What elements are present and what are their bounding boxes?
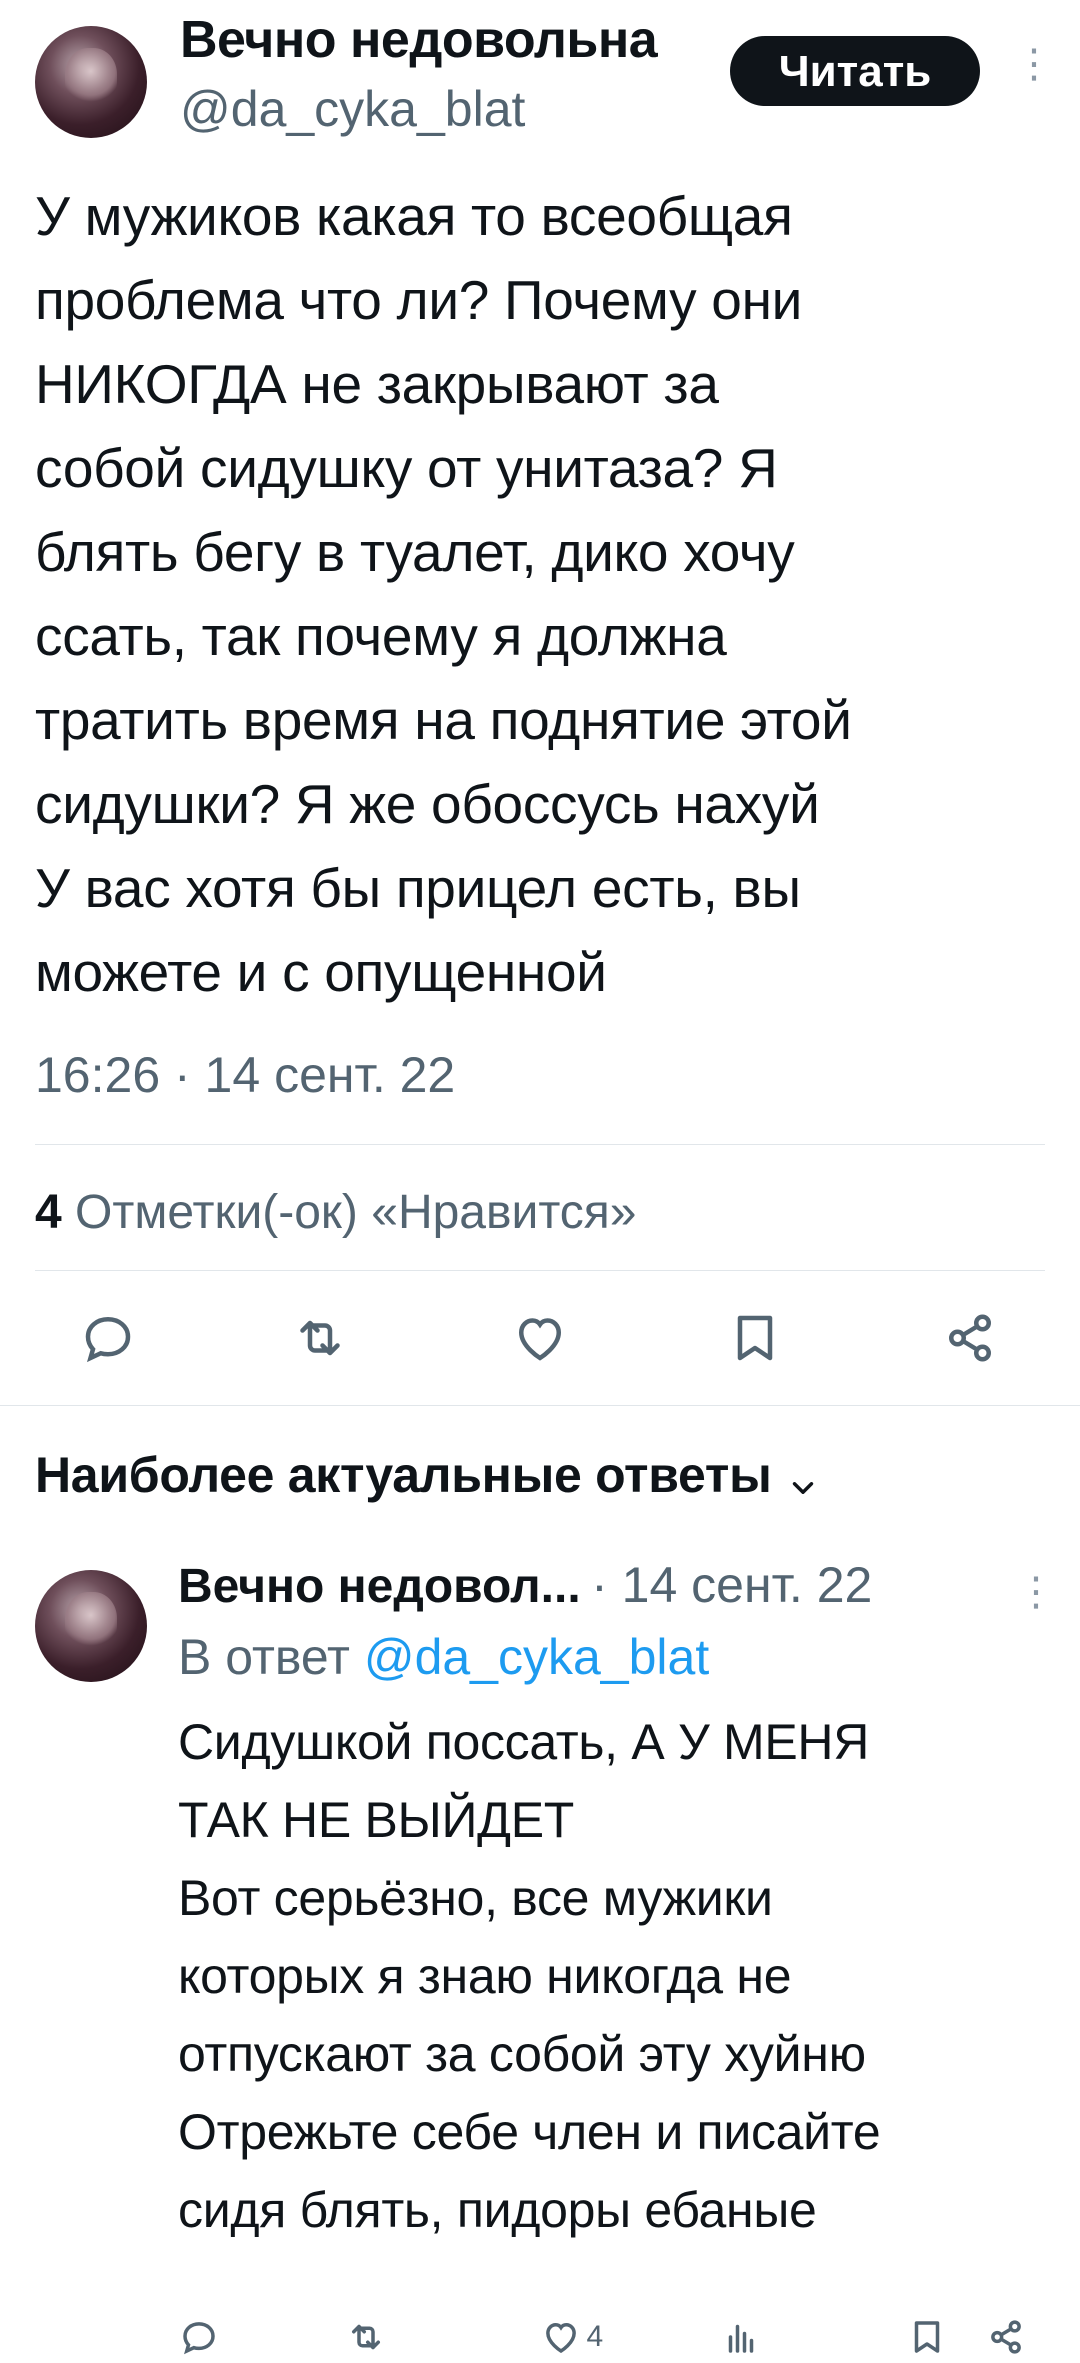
bookmark-button[interactable]	[725, 1308, 785, 1373]
retweet-icon	[352, 2324, 380, 2350]
views-icon	[728, 2324, 754, 2353]
reply-icon	[85, 1316, 131, 1363]
retweet-button[interactable]	[290, 1308, 350, 1373]
likes-summary[interactable]: 4 Отметки(-ок) «Нравится»	[35, 1185, 636, 1240]
reply-like-count: 4	[586, 2320, 604, 2353]
author-avatar[interactable]	[35, 26, 147, 138]
bookmark-icon	[914, 2321, 940, 2353]
in-reply-prefix: В ответ	[178, 1629, 350, 1685]
reply-more-options-icon[interactable]: ⋮	[1016, 1572, 1056, 1612]
like-icon	[546, 2322, 576, 2354]
divider	[35, 1144, 1045, 1145]
reply-author-avatar[interactable]	[35, 1570, 147, 1682]
like-button[interactable]	[510, 1308, 570, 1373]
share-button[interactable]	[940, 1308, 1000, 1373]
likes-label: Отметки(-ок) «Нравится»	[75, 1186, 637, 1239]
replies-sort-dropdown[interactable]: Наиболее актуальные ответы	[35, 1446, 820, 1505]
tweet-timestamp[interactable]: 16:26 · 14 сент. 22	[35, 1046, 455, 1104]
reply-text: Сидушкой поссать, А У МЕНЯ ТАК НЕ ВЫЙДЕТ…	[178, 1714, 881, 2238]
reply-date[interactable]: · 14 сент. 22	[591, 1557, 872, 1613]
more-options-icon[interactable]: ⋮	[1014, 44, 1054, 84]
divider	[35, 1270, 1045, 1271]
bookmark-icon	[737, 1315, 773, 1361]
section-divider	[0, 1405, 1080, 1406]
follow-button[interactable]: Читать	[730, 36, 980, 106]
reply-header: Вечно недовол... · 14 сент. 22	[178, 1556, 872, 1614]
share-icon	[991, 2320, 1021, 2354]
in-reply-handle-link[interactable]: @da_cyka_blat	[364, 1629, 709, 1685]
reply-like-button[interactable]: 4	[540, 2316, 603, 2358]
in-reply-to: В ответ @da_cyka_blat	[178, 1628, 709, 1686]
share-icon	[949, 1314, 991, 1362]
reply-author-name[interactable]: Вечно недовол...	[178, 1560, 581, 1613]
likes-count: 4	[35, 1186, 62, 1239]
reply-icon	[183, 2322, 215, 2355]
reply-button[interactable]	[78, 1308, 138, 1373]
replies-section-title: Наиболее актуальные ответы	[35, 1447, 772, 1503]
author-name[interactable]: Вечно недовольна	[180, 10, 658, 70]
like-icon	[518, 1318, 562, 1361]
author-handle[interactable]: @da_cyka_blat	[180, 80, 525, 138]
chevron-down-icon	[792, 1481, 814, 1494]
tweet-text: У мужиков какая то всеобщая проблема что…	[35, 185, 852, 1003]
retweet-icon	[300, 1320, 340, 1356]
